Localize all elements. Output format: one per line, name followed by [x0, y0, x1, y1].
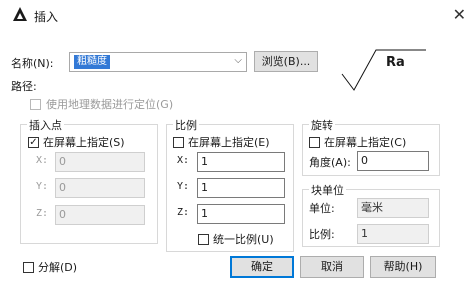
uniform-scale-label: 统一比例(U): [213, 233, 274, 246]
factor-label: 比例:: [309, 228, 335, 241]
insert-point-specify-label: 在屏幕上指定(S): [43, 136, 125, 149]
roughness-symbol-text: Ra: [386, 55, 405, 70]
rotation-title: 旋转: [309, 117, 335, 133]
scale-x-input[interactable]: 1: [197, 152, 285, 172]
insert-x-input[interactable]: 0: [55, 152, 145, 172]
chevron-down-icon[interactable]: ⌵: [234, 55, 242, 66]
insert-y-label: Y:: [36, 181, 49, 192]
geo-data-checkbox[interactable]: [30, 99, 41, 110]
scale-z-label: Z:: [177, 207, 190, 218]
scale-specify-checkbox[interactable]: [173, 137, 184, 148]
insert-z-label: Z:: [36, 208, 49, 219]
browse-button[interactable]: 浏览(B)...: [254, 51, 318, 72]
block-name-value: 粗糙度: [74, 55, 110, 69]
unit-label: 单位:: [309, 202, 335, 215]
rotation-specify-label: 在屏幕上指定(C): [324, 136, 407, 149]
insert-dialog: 插入 ✕ 名称(N): 粗糙度 ⌵ 浏览(B)... Ra 路径: 使用地理数据…: [0, 0, 476, 295]
geo-data-label: 使用地理数据进行定位(G): [46, 98, 174, 111]
insert-x-label: X:: [36, 155, 49, 166]
app-icon: [13, 7, 27, 21]
block-preview: Ra: [340, 44, 432, 94]
scale-y-input[interactable]: 1: [197, 178, 285, 198]
insert-z-input[interactable]: 0: [55, 205, 145, 225]
uniform-scale-checkbox[interactable]: [198, 234, 209, 245]
name-label: 名称(N):: [11, 57, 54, 70]
close-icon[interactable]: ✕: [453, 5, 466, 24]
scale-title: 比例: [173, 117, 199, 133]
cancel-button[interactable]: 取消: [300, 256, 364, 278]
help-button[interactable]: 帮助(H): [370, 256, 436, 278]
insert-point-specify-checkbox[interactable]: ✓: [28, 137, 39, 148]
insert-y-input[interactable]: 0: [55, 178, 145, 198]
insert-point-title: 插入点: [27, 117, 64, 133]
unit-value: 毫米: [357, 198, 429, 218]
scale-x-label: X:: [177, 155, 190, 166]
block-name-combobox[interactable]: 粗糙度 ⌵: [69, 52, 247, 72]
rotation-specify-checkbox[interactable]: [309, 137, 320, 148]
ok-button[interactable]: 确定: [230, 256, 294, 278]
check-icon: ✓: [29, 137, 38, 148]
angle-label: 角度(A):: [309, 156, 351, 169]
explode-checkbox[interactable]: [23, 262, 34, 273]
path-label: 路径:: [11, 80, 37, 93]
title-bar: 插入 ✕: [0, 0, 476, 30]
explode-label: 分解(D): [38, 261, 78, 274]
block-unit-title: 块单位: [309, 182, 346, 198]
window-title: 插入: [34, 10, 59, 24]
scale-y-label: Y:: [177, 181, 190, 192]
scale-z-input[interactable]: 1: [197, 204, 285, 224]
angle-input[interactable]: 0: [357, 151, 429, 171]
factor-value: 1: [357, 224, 429, 244]
scale-specify-label: 在屏幕上指定(E): [188, 136, 270, 149]
